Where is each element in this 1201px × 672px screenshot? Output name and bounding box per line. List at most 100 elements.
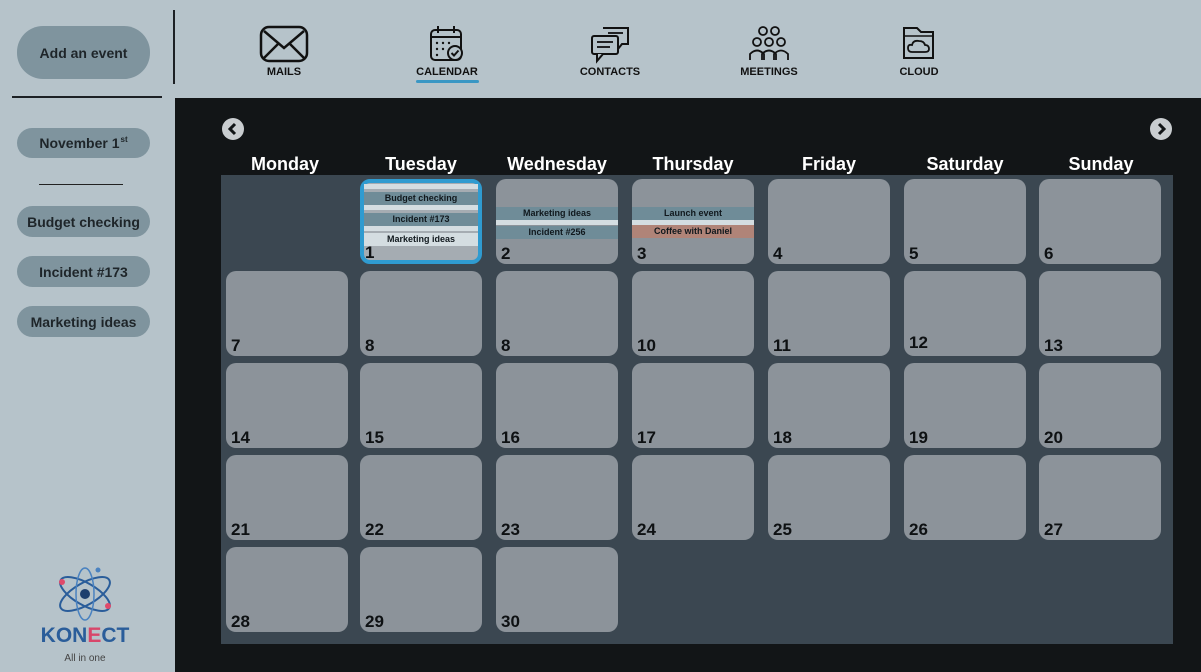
weekday-sunday: Sunday bbox=[1068, 154, 1134, 174]
day-number: 13 bbox=[1044, 336, 1063, 355]
day-cell-8[interactable]: 8 bbox=[360, 271, 482, 356]
day-number: 28 bbox=[231, 612, 250, 631]
sidebar-event-incident[interactable]: Incident #173 bbox=[17, 256, 150, 287]
day-cell-11[interactable]: 11 bbox=[768, 271, 890, 356]
date-suffix: st bbox=[120, 134, 128, 144]
event-item[interactable]: Marketing ideas bbox=[496, 207, 618, 220]
day-cell-13[interactable]: 13 bbox=[1039, 271, 1161, 356]
day-cell-22[interactable]: 22 bbox=[360, 455, 482, 540]
day-cell-24[interactable]: 24 bbox=[632, 455, 754, 540]
weekday-tuesday: Tuesday bbox=[385, 154, 457, 174]
day-number: 7 bbox=[231, 336, 241, 355]
calendar-icon bbox=[430, 26, 463, 61]
event-item[interactable]: Marketing ideas bbox=[364, 233, 478, 246]
nav-label: MEETINGS bbox=[740, 66, 798, 78]
day-number: 16 bbox=[501, 428, 520, 447]
atom-logo-icon bbox=[59, 567, 111, 621]
sidebar-event-label: Marketing ideas bbox=[30, 313, 137, 330]
day-number: 14 bbox=[231, 428, 250, 447]
day-cell-30[interactable]: 30 bbox=[496, 547, 618, 632]
event-item[interactable]: Coffee with Daniel bbox=[632, 225, 754, 238]
day-number: 6 bbox=[1044, 244, 1054, 263]
day-cell-27[interactable]: 27 bbox=[1039, 455, 1161, 540]
sidebar: Add an event November 1st Budget checkin… bbox=[0, 0, 173, 672]
day-number: 8 bbox=[501, 336, 511, 355]
day-cell-28[interactable]: 28 bbox=[226, 547, 348, 632]
day-cell-16[interactable]: 16 bbox=[496, 363, 618, 448]
cloud-folder-icon bbox=[903, 27, 934, 59]
sidebar-event-label: Budget checking bbox=[27, 213, 140, 230]
day-number: 10 bbox=[637, 336, 656, 355]
weekday-monday: Monday bbox=[250, 154, 319, 174]
day-number: 19 bbox=[909, 428, 928, 447]
day-number: 18 bbox=[773, 428, 792, 447]
nav-calendar[interactable]: CALENDAR bbox=[412, 24, 482, 78]
sidebar-event-budget[interactable]: Budget checking bbox=[17, 206, 150, 237]
day-cell-3[interactable]: Launch event Coffee with Daniel 3 bbox=[632, 179, 754, 264]
weekday-wednesday: Wednesday bbox=[507, 154, 607, 174]
day-cell-23[interactable]: 23 bbox=[496, 455, 618, 540]
day-cell-5[interactable]: 5 bbox=[904, 179, 1026, 264]
add-event-label: Add an event bbox=[39, 44, 128, 61]
nav-meetings[interactable]: MEETINGS bbox=[736, 24, 802, 78]
day-cell-17[interactable]: 17 bbox=[632, 363, 754, 448]
nav-label: CLOUD bbox=[899, 66, 939, 78]
event-item[interactable]: Launch event bbox=[632, 207, 754, 220]
nav-label: MAILS bbox=[266, 66, 302, 78]
day-number: 11 bbox=[773, 336, 791, 355]
nav-contacts[interactable]: CONTACTS bbox=[574, 24, 646, 78]
day-cell-14[interactable]: 14 bbox=[226, 363, 348, 448]
day-number: 24 bbox=[637, 520, 656, 539]
day-cell-19[interactable]: 19 bbox=[904, 363, 1026, 448]
top-nav: MAILS CALENDAR CONTACTS MEETINGS CLOUD bbox=[176, 0, 1201, 98]
people-icon bbox=[749, 26, 789, 60]
weekday-saturday: Saturday bbox=[926, 154, 1004, 174]
day-cell-21[interactable]: 21 bbox=[226, 455, 348, 540]
event-item[interactable]: Budget checking bbox=[364, 192, 478, 205]
day-number: 26 bbox=[909, 520, 928, 539]
weekday-thursday: Thursday bbox=[652, 154, 734, 174]
nav-mails[interactable]: MAILS bbox=[256, 24, 312, 78]
day-number: 22 bbox=[365, 520, 384, 539]
chat-icon bbox=[591, 27, 629, 64]
day-number: 5 bbox=[909, 244, 919, 263]
sidebar-event-marketing[interactable]: Marketing ideas bbox=[17, 306, 150, 337]
nav-cloud[interactable]: CLOUD bbox=[891, 24, 947, 78]
selected-date-badge[interactable]: November 1st bbox=[17, 128, 150, 158]
day-cell-25[interactable]: 25 bbox=[768, 455, 890, 540]
day-number: 23 bbox=[501, 520, 520, 539]
day-cell-7[interactable]: 7 bbox=[226, 271, 348, 356]
event-divider bbox=[496, 220, 618, 225]
day-number: 17 bbox=[637, 428, 656, 447]
day-cell-29[interactable]: 29 bbox=[360, 547, 482, 632]
day-cell-10[interactable]: 10 bbox=[632, 271, 754, 356]
day-cell-6[interactable]: 6 bbox=[1039, 179, 1161, 264]
day-number: 4 bbox=[773, 244, 783, 263]
day-number: 25 bbox=[773, 520, 792, 539]
day-number: 8 bbox=[365, 336, 375, 355]
day-cell-15[interactable]: 15 bbox=[360, 363, 482, 448]
calendar-grid: Budget checking Incident #173 Marketing … bbox=[221, 175, 1173, 644]
vertical-divider bbox=[173, 10, 175, 84]
next-month-button[interactable] bbox=[1150, 118, 1172, 140]
add-event-button[interactable]: Add an event bbox=[17, 26, 150, 79]
day-number: 3 bbox=[637, 244, 647, 263]
day-cell-1[interactable]: Budget checking Incident #173 Marketing … bbox=[360, 179, 482, 264]
konect-logo: KONECT All in one bbox=[30, 562, 140, 672]
active-tab-indicator bbox=[416, 80, 479, 83]
day-cell-9[interactable]: 8 bbox=[496, 271, 618, 356]
horizontal-divider bbox=[12, 96, 162, 98]
event-item[interactable]: Incident #173 bbox=[364, 213, 478, 226]
day-cell-4[interactable]: 4 bbox=[768, 179, 890, 264]
day-number: 20 bbox=[1044, 428, 1063, 447]
day-cell-20[interactable]: 20 bbox=[1039, 363, 1161, 448]
event-item[interactable]: Incident #256 bbox=[496, 226, 618, 239]
prev-month-button[interactable] bbox=[222, 118, 244, 140]
day-cell-12[interactable]: 12 bbox=[904, 271, 1026, 356]
event-divider bbox=[364, 184, 478, 189]
day-cell-2[interactable]: Marketing ideas Incident #256 2 bbox=[496, 179, 618, 264]
day-cell-26[interactable]: 26 bbox=[904, 455, 1026, 540]
divider bbox=[39, 184, 123, 185]
mail-icon bbox=[259, 25, 309, 63]
day-cell-18[interactable]: 18 bbox=[768, 363, 890, 448]
